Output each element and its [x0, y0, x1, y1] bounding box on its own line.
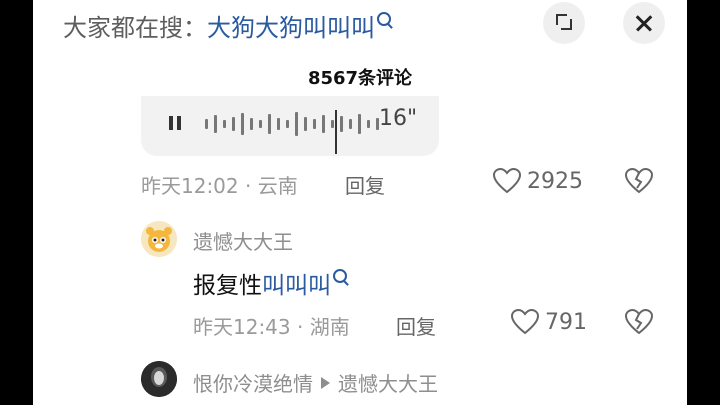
voice-message-bubble[interactable]: 16" [141, 96, 439, 156]
comment-text-plain: 报复性 [193, 273, 262, 299]
comment-time: 昨天12:02 [141, 174, 239, 198]
like-count: 2925 [527, 168, 583, 194]
like-count: 791 [545, 309, 587, 335]
wave-bar [250, 118, 253, 130]
wave-bar [205, 119, 208, 129]
comment-location: 湖南 [309, 315, 350, 339]
like-button[interactable]: 2925 [493, 168, 583, 194]
reply-button[interactable]: 回复 [396, 311, 436, 340]
comment-meta: 昨天12:43 · 湖南 [193, 315, 350, 339]
wave-bar [313, 119, 316, 129]
search-suggestion[interactable]: 大家都在搜：大狗大狗叫叫叫 [63, 8, 391, 43]
heart-icon [493, 168, 521, 194]
wave-bar [286, 120, 289, 128]
search-icon [333, 269, 347, 283]
pause-icon[interactable] [169, 116, 181, 130]
expand-button[interactable] [543, 2, 585, 44]
broken-heart-icon[interactable] [625, 168, 653, 194]
wave-bar [241, 113, 244, 135]
search-prefix: 大家都在搜： [63, 14, 207, 42]
like-button[interactable]: 791 [511, 309, 587, 335]
wave-bar [322, 115, 325, 133]
wave-bar [214, 115, 217, 133]
avatar[interactable] [141, 221, 177, 257]
broken-heart-icon[interactable] [625, 309, 653, 335]
wave-bar [277, 118, 280, 130]
search-query-link[interactable]: 大狗大狗叫叫叫 [207, 14, 375, 42]
reply-arrow-icon [321, 377, 330, 389]
reply-button[interactable]: 回复 [345, 170, 385, 199]
wave-bar [331, 120, 334, 128]
comment-keyword-link[interactable]: 叫叫叫 [262, 273, 331, 299]
voice-duration: 16" [379, 106, 418, 131]
wave-bar [358, 114, 361, 134]
comment-panel: 大家都在搜：大狗大狗叫叫叫 8567条评论 16" 昨天12:02 · 云南 回… [33, 0, 687, 405]
comment-username[interactable]: 遗憾大大王 [193, 226, 293, 255]
search-icon [377, 12, 391, 26]
comment-time: 昨天12:43 [193, 315, 291, 339]
close-button[interactable] [623, 2, 665, 44]
replied-to-username[interactable]: 遗憾大大王 [338, 372, 438, 396]
wave-bar [349, 119, 352, 129]
heart-icon [511, 309, 539, 335]
comment-location: 云南 [257, 174, 298, 198]
wave-bar [295, 112, 298, 136]
wave-bar [223, 120, 226, 128]
person-avatar-icon [141, 361, 177, 397]
voice-comment-meta: 昨天12:02 · 云南 [141, 174, 298, 198]
wave-bar [367, 120, 370, 128]
wave-bar [268, 114, 271, 134]
expand-icon [556, 14, 572, 30]
wave-bar [340, 116, 343, 132]
tiger-avatar-icon [141, 221, 177, 257]
audio-waveform [205, 110, 385, 138]
wave-bar [304, 117, 307, 131]
avatar[interactable] [141, 361, 177, 397]
comment-text: 报复性叫叫叫 [193, 266, 347, 300]
reply-username-line: 恨你冷漠绝情 遗憾大大王 [193, 368, 438, 397]
comment-username[interactable]: 恨你冷漠绝情 [193, 372, 313, 396]
wave-bar [259, 120, 262, 128]
comment-count-title: 8567条评论 [307, 68, 413, 89]
playback-position-marker [335, 110, 337, 154]
wave-bar [232, 117, 235, 131]
